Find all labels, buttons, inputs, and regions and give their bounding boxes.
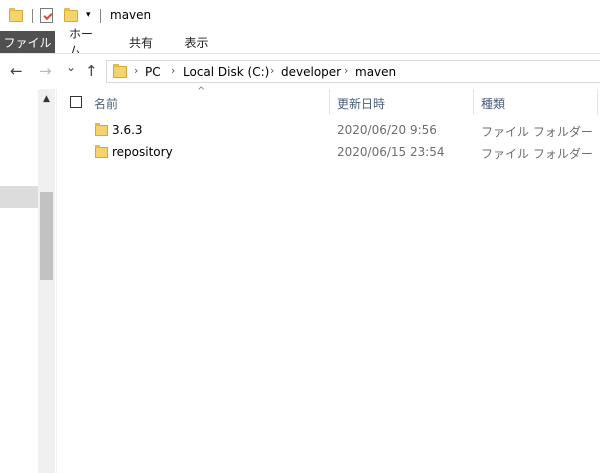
sort-ascending-icon: ^ [197, 86, 206, 97]
list-item[interactable]: repository 2020/06/15 23:54 ファイル フォルダー [87, 142, 597, 164]
column-header-row: 名前 ^ 更新日時 種類 [57, 86, 600, 115]
column-header-name[interactable]: 名前 [94, 95, 118, 112]
forward-arrow-icon[interactable]: → [39, 63, 52, 79]
new-folder-icon[interactable] [64, 8, 78, 22]
breadcrumb-maven[interactable]: maven [355, 65, 396, 79]
chevron-right-icon[interactable]: › [171, 64, 175, 77]
customize-quick-access-icon[interactable]: ▾ [86, 10, 91, 20]
tab-file[interactable]: ファイル [0, 31, 55, 53]
item-modified-date: 2020/06/15 23:54 [337, 145, 445, 159]
folder-icon [113, 64, 127, 78]
select-all-checkbox[interactable] [70, 96, 82, 108]
recent-locations-chevron-icon[interactable]: ⌄ [66, 59, 76, 75]
tab-home[interactable]: ホーム [55, 27, 113, 58]
back-arrow-icon[interactable]: ← [10, 63, 23, 79]
tab-view[interactable]: 表示 [169, 31, 224, 53]
navigation-pane-scrollbar[interactable]: ▲ [38, 89, 55, 473]
tab-share[interactable]: 共有 [113, 31, 169, 53]
chevron-right-icon[interactable]: › [270, 64, 274, 77]
chevron-right-icon[interactable]: › [344, 64, 348, 77]
up-arrow-icon[interactable]: ↑ [85, 63, 98, 79]
selected-nav-item[interactable] [0, 186, 38, 208]
navigation-bar: ← → ⌄ ↑ › PC › Local Disk (C:) › develop… [0, 53, 600, 89]
item-name[interactable]: repository [112, 145, 173, 159]
column-header-type[interactable]: 種類 [481, 95, 505, 112]
column-divider[interactable] [597, 89, 598, 115]
navigation-pane[interactable]: ▲ [0, 89, 57, 473]
breadcrumb-developer[interactable]: developer [281, 65, 341, 79]
ribbon-tabs: ファイル ホーム 共有 表示 [0, 27, 600, 58]
breadcrumb-local-disk[interactable]: Local Disk (C:) [183, 65, 269, 79]
column-divider[interactable] [329, 89, 330, 115]
scrollbar-thumb[interactable] [40, 192, 53, 280]
item-type: ファイル フォルダー [481, 147, 593, 161]
item-modified-date: 2020/06/20 9:56 [337, 123, 437, 137]
file-list[interactable]: 名前 ^ 更新日時 種類 3.6.3 2020/06/20 9:56 ファイル … [57, 86, 600, 473]
list-item[interactable]: 3.6.3 2020/06/20 9:56 ファイル フォルダー [87, 120, 597, 142]
window-title: maven [110, 8, 152, 22]
column-header-modified[interactable]: 更新日時 [337, 95, 385, 112]
folder-icon [9, 8, 23, 22]
folder-icon [95, 123, 108, 136]
scroll-up-arrow-icon[interactable]: ▲ [38, 91, 55, 107]
column-divider[interactable] [473, 89, 474, 115]
breadcrumb-pc[interactable]: PC [145, 65, 161, 79]
folder-icon [95, 145, 108, 158]
item-type: ファイル フォルダー [481, 125, 593, 139]
separator [32, 9, 33, 23]
properties-icon[interactable] [40, 8, 53, 23]
item-name[interactable]: 3.6.3 [112, 123, 143, 137]
address-bar[interactable]: › PC › Local Disk (C:) › developer › mav… [106, 60, 600, 83]
separator [100, 9, 101, 23]
chevron-right-icon[interactable]: › [134, 64, 138, 77]
